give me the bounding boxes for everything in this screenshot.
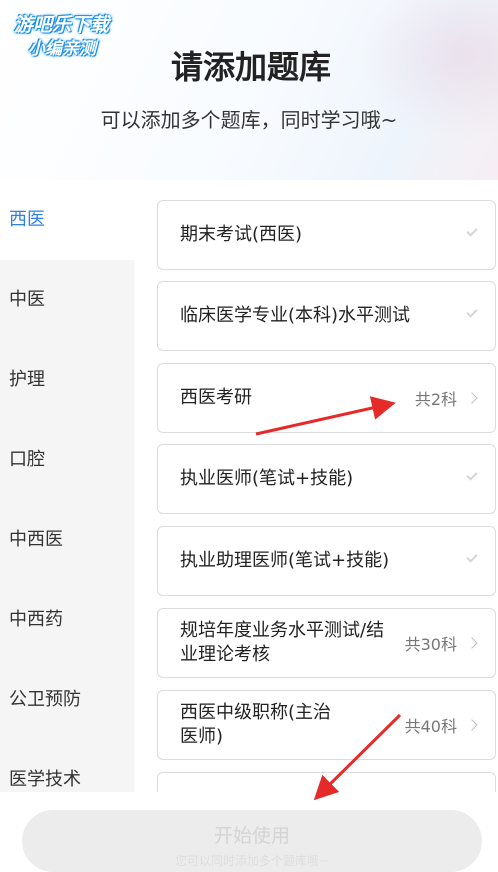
bank-card[interactable]: 西医中级职称(主治医师) 共40科 (157, 690, 496, 760)
sidebar-item-public-health[interactable]: 公卫预防 (0, 660, 134, 740)
subject-count: 共2科 (414, 390, 457, 409)
bank-card[interactable]: 执业医师(笔试+技能) (157, 444, 496, 514)
question-bank-list: 期末考试(西医) 临床医学专业(本科)水平测试 西医考研 共2科 执业医师(笔试… (134, 180, 498, 792)
subject-count: 共30科 (404, 635, 457, 654)
sidebar-item-integrated-medicine[interactable]: 中西医 (0, 500, 134, 580)
bank-card-partial[interactable] (157, 772, 496, 792)
start-button-hint: 您可以同时添加多个题库哦~ (174, 854, 330, 868)
bank-name: 规培年度业务水平测试/结业理论考核 (180, 620, 385, 665)
sidebar-item-western-medicine[interactable]: 西医 (0, 180, 134, 260)
start-button-label: 开始使用 (213, 825, 290, 847)
sidebar-item-chinese-medicine[interactable]: 中医 (0, 260, 134, 340)
bank-name: 期末考试(西医) (180, 224, 303, 245)
category-sidebar: 西医 中医 护理 口腔 中西医 中西药 公卫预防 医学技术 (0, 180, 134, 792)
bank-card[interactable]: 执业助理医师(笔试+技能) (157, 526, 496, 596)
start-button[interactable]: 开始使用 您可以同时添加多个题库哦~ (22, 810, 482, 872)
bank-card[interactable]: 规培年度业务水平测试/结业理论考核 共30科 (157, 608, 496, 678)
bank-card[interactable]: 期末考试(西医) (157, 200, 496, 270)
chevron-right-icon (466, 392, 478, 404)
bank-card[interactable]: 西医考研 共2科 (157, 363, 496, 433)
watermark-line-1: 游吧乐下载 (14, 14, 110, 36)
bank-name: 西医中级职称(主治医师) (180, 702, 332, 747)
bank-card[interactable]: 临床医学专业(本科)水平测试 (157, 281, 496, 351)
sidebar-item-nursing[interactable]: 护理 (0, 340, 134, 420)
bank-name: 执业医师(笔试+技能) (180, 468, 354, 489)
page-subtitle: 可以添加多个题库，同时学习哦~ (100, 108, 398, 132)
sidebar-item-integrated-pharmacy[interactable]: 中西药 (0, 580, 134, 660)
bottom-bar: 开始使用 您可以同时添加多个题库哦~ (0, 792, 498, 872)
bank-name: 执业助理医师(笔试+技能) (180, 550, 390, 571)
page-title: 请添加题库 (170, 48, 331, 86)
bank-name: 西医考研 (180, 387, 252, 408)
sidebar-item-dental[interactable]: 口腔 (0, 420, 134, 500)
sidebar-item-medical-technology[interactable]: 医学技术 (0, 740, 134, 792)
header-banner: 游吧乐下载 小编亲测 请添加题库 可以添加多个题库，同时学习哦~ (0, 0, 498, 180)
check-icon (466, 225, 478, 237)
subject-count: 共40科 (404, 717, 457, 736)
chevron-right-icon (466, 637, 478, 649)
chevron-right-icon (466, 719, 478, 731)
bank-name: 临床医学专业(本科)水平测试 (180, 305, 411, 326)
